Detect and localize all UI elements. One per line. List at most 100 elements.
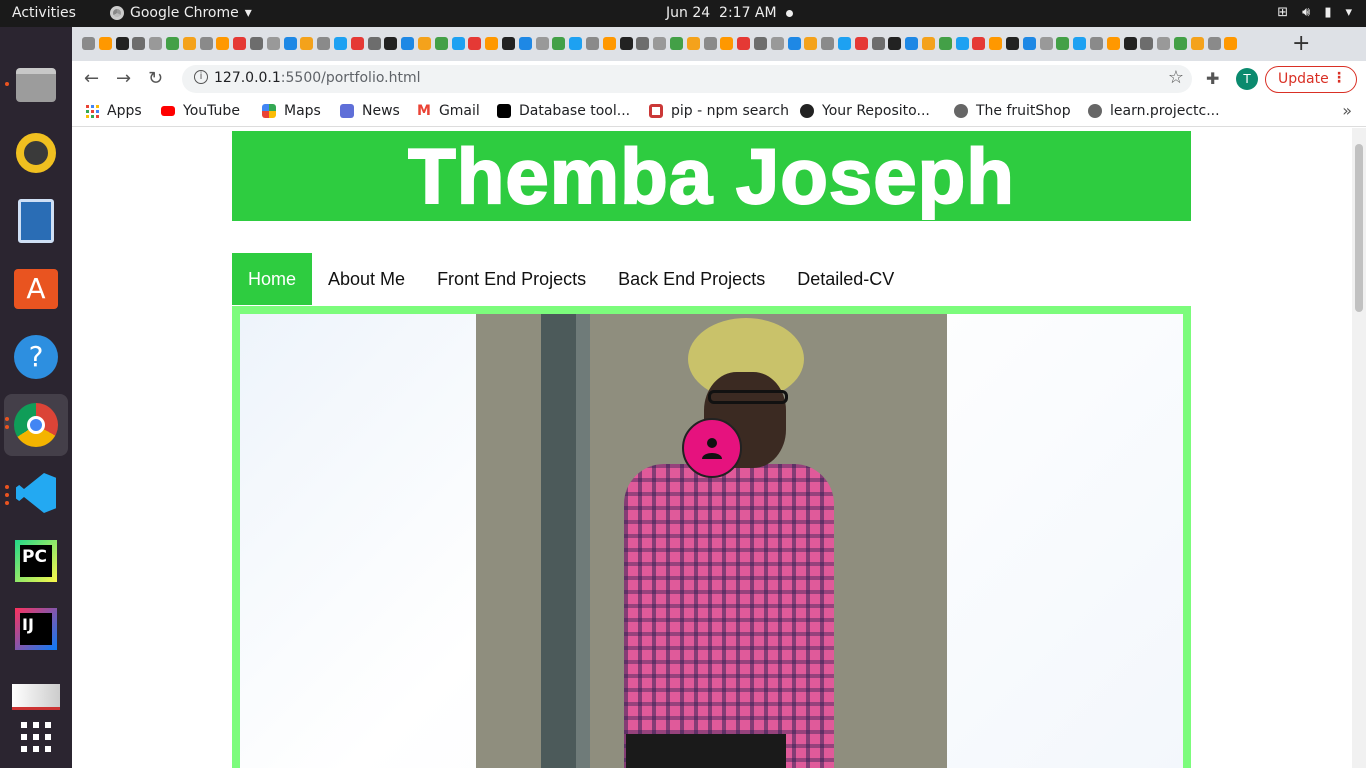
pinned-tab-favicon[interactable] bbox=[367, 37, 381, 50]
pinned-tab-favicon[interactable] bbox=[1157, 37, 1171, 50]
pinned-tab-favicon[interactable] bbox=[636, 37, 650, 50]
pinned-tab-favicon[interactable] bbox=[1056, 37, 1070, 50]
bookmark-github[interactable]: Your Reposito... bbox=[800, 103, 930, 119]
pinned-tab-favicon[interactable] bbox=[686, 37, 700, 50]
pinned-tab-favicon[interactable] bbox=[451, 37, 465, 50]
nav-about-me[interactable]: About Me bbox=[312, 253, 421, 305]
forward-button[interactable]: → bbox=[116, 68, 131, 89]
pinned-tab-favicon[interactable] bbox=[602, 37, 616, 50]
pinned-tab-favicon[interactable] bbox=[670, 37, 683, 50]
pinned-tab-favicon[interactable] bbox=[854, 37, 868, 50]
bookmark-database-tool[interactable]: Database tool... bbox=[497, 103, 630, 119]
bookmark-pip-npm[interactable]: pip - npm search bbox=[649, 103, 789, 119]
writer-launcher[interactable] bbox=[12, 197, 60, 245]
pinned-tab-favicon[interactable] bbox=[804, 37, 818, 50]
pinned-tab-favicon[interactable] bbox=[1022, 37, 1036, 50]
pinned-tab-favicon[interactable] bbox=[82, 37, 95, 50]
back-button[interactable]: ← bbox=[84, 68, 99, 89]
pinned-tab-favicon[interactable] bbox=[720, 37, 734, 50]
bookmark-youtube[interactable]: YouTube bbox=[161, 103, 240, 119]
bookmark-learn-project[interactable]: learn.projectc... bbox=[1088, 103, 1220, 119]
pinned-tab-favicon[interactable] bbox=[703, 37, 717, 50]
nav-back-end-projects[interactable]: Back End Projects bbox=[602, 253, 781, 305]
pinned-tab-favicon[interactable] bbox=[418, 37, 431, 50]
page-scrollbar[interactable] bbox=[1352, 128, 1366, 768]
software-launcher[interactable]: A bbox=[12, 265, 60, 313]
pinned-tab-favicon[interactable] bbox=[922, 37, 935, 50]
pinned-tab-favicon[interactable] bbox=[552, 37, 566, 50]
show-apps-button[interactable] bbox=[12, 713, 60, 761]
pinned-tab-favicon[interactable] bbox=[1207, 37, 1221, 50]
extensions-icon[interactable]: ✚ bbox=[1206, 69, 1219, 88]
nav-front-end-projects[interactable]: Front End Projects bbox=[421, 253, 602, 305]
bookmark-apps[interactable]: Apps bbox=[86, 103, 142, 119]
nav-detailed-cv[interactable]: Detailed-CV bbox=[781, 253, 910, 305]
intellij-launcher[interactable]: IJ bbox=[12, 605, 60, 653]
pinned-tab-favicon[interactable] bbox=[938, 37, 952, 50]
pinned-tab-favicon[interactable] bbox=[334, 37, 347, 50]
pinned-tab-favicon[interactable] bbox=[149, 37, 163, 50]
pinned-tab-favicon[interactable] bbox=[468, 37, 482, 50]
scrollbar-thumb[interactable] bbox=[1355, 144, 1363, 312]
pinned-tab-favicon[interactable] bbox=[502, 37, 515, 50]
pinned-tab-favicon[interactable] bbox=[1190, 37, 1204, 50]
pinned-tab-favicon[interactable] bbox=[1224, 37, 1238, 50]
pinned-tab-favicon[interactable] bbox=[619, 37, 633, 50]
activities-button[interactable]: Activities bbox=[12, 5, 76, 21]
pinned-tab-favicon[interactable] bbox=[1123, 37, 1137, 50]
pinned-tab-favicon[interactable] bbox=[653, 37, 667, 50]
pinned-tab-favicon[interactable] bbox=[384, 37, 398, 50]
pinned-tab-favicon[interactable] bbox=[569, 37, 583, 50]
pinned-tab-favicon[interactable] bbox=[518, 37, 532, 50]
pinned-tab-favicon[interactable] bbox=[350, 37, 364, 50]
pinned-tab-favicon[interactable] bbox=[250, 37, 263, 50]
pinned-tab-favicon[interactable] bbox=[132, 37, 146, 50]
pycharm-launcher[interactable]: PC bbox=[12, 537, 60, 585]
pinned-tab-favicon[interactable] bbox=[770, 37, 784, 50]
pinned-tab-favicon[interactable] bbox=[888, 37, 902, 50]
pinned-tab-favicon[interactable] bbox=[485, 37, 499, 50]
pinned-tab-favicon[interactable] bbox=[115, 37, 129, 50]
profile-avatar[interactable]: T bbox=[1236, 68, 1258, 90]
pinned-tab-favicon[interactable] bbox=[838, 37, 851, 50]
vscode-launcher[interactable] bbox=[12, 469, 60, 517]
bookmark-news[interactable]: News bbox=[340, 103, 400, 119]
pinned-tab-favicon[interactable] bbox=[1174, 37, 1187, 50]
pinned-tab-favicon[interactable] bbox=[955, 37, 969, 50]
pinned-tab-favicon[interactable] bbox=[300, 37, 314, 50]
bookmark-star-icon[interactable]: ☆ bbox=[1168, 67, 1184, 88]
clock[interactable]: Jun 24 2:17 AM bbox=[666, 5, 777, 21]
chrome-launcher[interactable] bbox=[4, 394, 68, 456]
bookmark-gmail[interactable]: M Gmail bbox=[417, 103, 480, 119]
files-launcher[interactable] bbox=[12, 61, 60, 109]
pinned-tab-favicon[interactable] bbox=[1039, 37, 1053, 50]
reload-button[interactable]: ↻ bbox=[148, 68, 163, 89]
pinned-tab-favicon[interactable] bbox=[535, 37, 549, 50]
pinned-tab-favicon[interactable] bbox=[989, 37, 1003, 50]
pinned-tab-favicon[interactable] bbox=[401, 37, 415, 50]
system-tray[interactable]: ⊞ 🔊︎ ▮ ▾ bbox=[1277, 5, 1352, 20]
pinned-tab-favicon[interactable] bbox=[586, 37, 599, 50]
pinned-tab-favicon[interactable] bbox=[871, 37, 885, 50]
address-bar[interactable]: i 127.0.0.1:5500/portfolio.html ☆ bbox=[182, 65, 1192, 93]
pinned-tab-favicon[interactable] bbox=[1006, 37, 1019, 50]
pinned-tab-favicon[interactable] bbox=[216, 37, 230, 50]
pinned-tab-favicon[interactable] bbox=[821, 37, 835, 50]
pinned-tab-favicon[interactable] bbox=[1090, 37, 1103, 50]
pinned-tab-favicon[interactable] bbox=[787, 37, 801, 50]
user-avatar-button[interactable] bbox=[682, 418, 742, 478]
site-info-icon[interactable]: i bbox=[194, 70, 208, 84]
pinned-tab-favicon[interactable] bbox=[434, 37, 448, 50]
pinned-tab-favicon[interactable] bbox=[1140, 37, 1154, 50]
pinned-tab-favicon[interactable] bbox=[737, 37, 751, 50]
pinned-tab-favicon[interactable] bbox=[233, 37, 247, 50]
pinned-tab-favicon[interactable] bbox=[905, 37, 919, 50]
pinned-tab-favicon[interactable] bbox=[1106, 37, 1120, 50]
pinned-tab-favicon[interactable] bbox=[1073, 37, 1087, 50]
pinned-tab-favicon[interactable] bbox=[98, 37, 112, 50]
new-tab-button[interactable]: + bbox=[1292, 31, 1310, 56]
update-button[interactable]: Update ⋮ bbox=[1265, 66, 1357, 93]
nav-home[interactable]: Home bbox=[232, 253, 313, 305]
pinned-tab-favicon[interactable] bbox=[266, 37, 280, 50]
pinned-tab-favicon[interactable] bbox=[972, 37, 986, 50]
